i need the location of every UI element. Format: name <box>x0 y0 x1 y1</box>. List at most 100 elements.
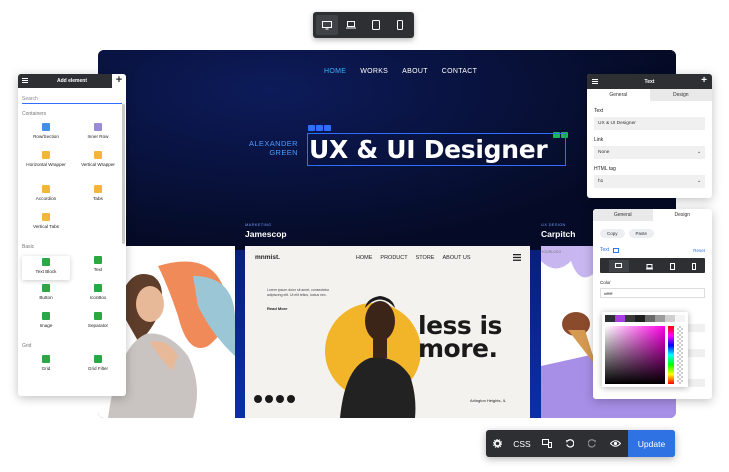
youtube-icon[interactable] <box>287 395 295 403</box>
mid-card-read-more[interactable]: Read More <box>267 306 287 311</box>
nav-home[interactable]: HOME <box>324 68 346 75</box>
tab-general[interactable]: General <box>587 89 650 101</box>
html-tag-label: HTML tag <box>594 166 616 172</box>
element-inner-row[interactable]: Inner Row <box>74 123 122 147</box>
section-containers: Containers <box>22 111 47 117</box>
element-horizontal-wrapper[interactable]: Horizontal Wrapper <box>22 151 70 181</box>
desktop-icon[interactable] <box>316 15 339 35</box>
color-picker[interactable] <box>602 312 688 387</box>
swatch[interactable] <box>615 315 625 322</box>
reset-link[interactable]: Reset <box>693 248 705 253</box>
plus-icon[interactable]: + <box>701 75 707 86</box>
element-iconbox[interactable]: IconBox <box>74 284 122 308</box>
update-button[interactable]: Update <box>628 430 675 457</box>
redo-icon[interactable] <box>581 430 604 457</box>
text-field[interactable]: UX & UI Designer <box>594 117 705 130</box>
section-grid: Grid <box>22 343 32 349</box>
hue-slider[interactable] <box>668 326 674 384</box>
style-panel-tabs: General Design <box>593 209 712 221</box>
hero-title[interactable]: UX & UI Designer <box>307 133 566 166</box>
tabs-icon <box>94 185 102 193</box>
style-element-label[interactable]: Text <box>600 247 609 253</box>
laptop-icon[interactable] <box>340 15 362 35</box>
facebook-icon[interactable] <box>254 395 262 403</box>
tablet-icon[interactable] <box>670 257 676 275</box>
menu-icon[interactable] <box>22 78 28 83</box>
hidden-field <box>687 379 705 387</box>
text-field-label: Text <box>594 108 604 114</box>
text-settings-title: Text <box>644 78 655 85</box>
add-element-panel: Add element + Search Containers Row/Sect… <box>18 74 126 396</box>
element-vertical-tabs[interactable]: Vertical Tabs <box>22 213 70 237</box>
link-select[interactable]: None ⌄ <box>594 146 705 159</box>
swatch[interactable] <box>675 315 685 322</box>
element-button[interactable]: Button <box>22 284 70 308</box>
row-section-icon <box>42 123 50 131</box>
plus-icon[interactable]: + <box>112 74 126 88</box>
card-tag-carpitch: UX DESIGN <box>541 222 566 227</box>
css-button[interactable]: CSS <box>509 439 535 449</box>
instagram-icon[interactable] <box>265 395 273 403</box>
paste-button[interactable]: Paste <box>628 229 655 238</box>
nav-about[interactable]: ABOUT <box>402 68 428 75</box>
scrollbar[interactable] <box>122 104 125 244</box>
accordion-icon <box>42 185 50 193</box>
swatch[interactable] <box>605 315 615 322</box>
alpha-slider[interactable] <box>677 326 683 384</box>
portfolio-card-mid[interactable]: mnmist. HOME PRODUCT STORE ABOUT US Lore… <box>245 246 530 418</box>
swatch[interactable] <box>635 315 645 322</box>
social-links <box>254 395 295 403</box>
element-text[interactable]: Text <box>74 256 122 280</box>
nav-contact[interactable]: CONTACT <box>442 68 477 75</box>
menu-icon[interactable] <box>592 79 598 84</box>
copy-button[interactable]: Copy <box>600 229 625 238</box>
color-input[interactable]: #ffffff <box>600 288 705 298</box>
undo-icon[interactable] <box>558 430 581 457</box>
html-tag-select[interactable]: h1 ⌄ <box>594 175 705 188</box>
mobile-icon[interactable] <box>389 15 411 35</box>
search-input[interactable]: Search <box>22 93 122 104</box>
saturation-value-area[interactable] <box>605 326 665 384</box>
color-label: Color <box>600 280 611 285</box>
grid-elements: Grid Grid Filter <box>22 355 126 379</box>
element-image[interactable]: Image <box>22 312 70 336</box>
element-tabs[interactable]: Tabs <box>74 185 122 209</box>
right-card-logo: YOURLOGO <box>541 250 562 254</box>
tab-general[interactable]: General <box>593 209 653 221</box>
element-separator[interactable]: Separator <box>74 312 122 336</box>
vertical-tabs-icon <box>42 213 50 221</box>
mobile-icon[interactable] <box>692 257 697 275</box>
twitter-icon[interactable] <box>276 395 284 403</box>
desktop-icon[interactable] <box>608 259 629 272</box>
swatch[interactable] <box>665 315 675 322</box>
element-grid[interactable]: Grid <box>22 355 70 379</box>
swatch[interactable] <box>625 315 635 322</box>
image-icon <box>42 312 50 320</box>
section-basic: Basic <box>22 244 35 250</box>
swatch[interactable] <box>645 315 655 322</box>
selection-toolbar[interactable] <box>308 125 331 131</box>
element-accordion[interactable]: Accordion <box>22 185 70 209</box>
swatch[interactable] <box>655 315 665 322</box>
element-row-section[interactable]: Row/Section <box>22 123 70 147</box>
containers-grid: Row/Section Inner Row Horizontal Wrapper… <box>22 123 126 237</box>
tablet-icon[interactable] <box>365 15 387 35</box>
hidden-field <box>687 349 705 357</box>
site-nav: HOME WORKS ABOUT CONTACT <box>324 68 477 75</box>
bottom-toolbar: CSS Update <box>486 430 675 457</box>
eye-icon[interactable] <box>604 430 627 457</box>
nav-works[interactable]: WORKS <box>360 68 388 75</box>
element-grid-filter[interactable]: Grid Filter <box>74 355 122 379</box>
tab-design[interactable]: Design <box>652 209 712 221</box>
hero-name-first: ALEXANDER <box>248 139 298 148</box>
element-text-block[interactable]: Text Block <box>22 256 70 280</box>
element-vertical-wrapper[interactable]: Vertical Wrapper <box>74 151 122 181</box>
responsive-icon[interactable] <box>535 430 558 457</box>
laptop-icon[interactable] <box>645 257 653 275</box>
tab-design[interactable]: Design <box>649 89 712 101</box>
responsive-switcher <box>600 258 705 273</box>
element-selector-icon[interactable] <box>613 247 620 253</box>
hidden-field <box>687 324 705 332</box>
chevron-down-icon: ⌄ <box>696 150 701 155</box>
gear-icon[interactable] <box>486 430 509 457</box>
